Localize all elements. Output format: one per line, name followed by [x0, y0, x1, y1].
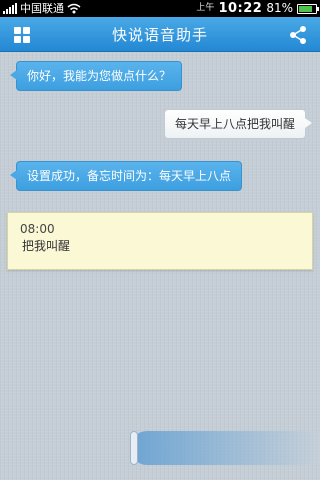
clock-time: 10:22 — [218, 1, 263, 16]
assistant-message: 你好，我能为您做点什么？ — [9, 61, 183, 91]
status-bar: 中国联通 上午 10:22 81% — [0, 0, 320, 17]
reminder-time: 08:00 — [20, 222, 55, 236]
user-message: 每天早上八点把我叫醒 — [163, 109, 313, 139]
signal-icon — [3, 3, 17, 14]
ampm-label: 上午 — [196, 3, 215, 13]
app-header: 快说语音助手 — [0, 17, 320, 52]
carrier-name: 中国联通 — [20, 2, 64, 15]
grid-menu-icon[interactable] — [14, 27, 30, 43]
battery-percent: 81% — [266, 1, 293, 15]
reminder-card[interactable]: 08:00 把我叫醒 — [7, 212, 313, 270]
page-title: 快说语音助手 — [111, 25, 208, 44]
share-icon[interactable] — [288, 25, 308, 45]
battery-icon — [297, 3, 319, 14]
reminder-text: 把我叫醒 — [22, 239, 71, 253]
assistant-message: 设置成功，备忘时间为：每天早上八点 — [9, 161, 243, 191]
wifi-icon — [67, 3, 81, 14]
battery-fill — [299, 5, 312, 12]
voice-button-edge — [130, 431, 138, 465]
voice-input-button[interactable] — [130, 431, 320, 465]
